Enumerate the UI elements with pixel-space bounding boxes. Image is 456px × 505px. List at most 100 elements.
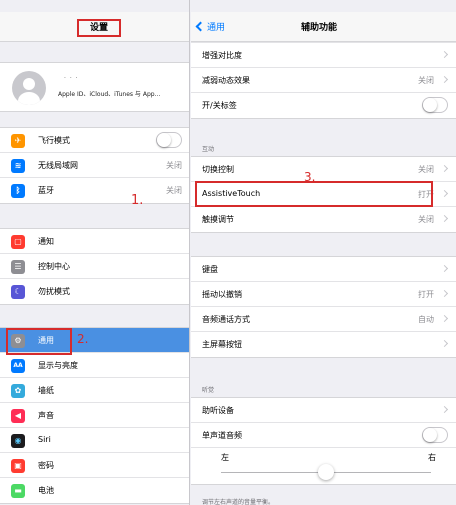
sidebar-item-label: Siri [38, 435, 51, 444]
hearing-group: 助听设备 单声道音频 左 右 [191, 397, 456, 485]
sidebar-item-wifi[interactable]: ≋ 无线局域网 关闭 [0, 153, 189, 178]
sidebar-item-label: 电池 [38, 486, 54, 495]
increase-contrast-row[interactable]: 增强对比度 [191, 43, 456, 68]
chevron-right-icon [440, 314, 449, 323]
reduce-motion-row[interactable]: 减弱动态效果 关闭 [191, 68, 456, 93]
chevron-right-icon [440, 289, 449, 298]
profile-name: · · · [64, 75, 79, 82]
row-label: 减弱动态效果 [202, 76, 250, 85]
chevron-right-icon [440, 405, 449, 414]
apple-id-profile-row[interactable]: · · · Apple ID、iCloud、iTunes 与 App... [0, 62, 189, 112]
section-header-interaction: 互动 [202, 146, 215, 153]
row-value: 打开 [418, 290, 434, 299]
chevron-right-icon [440, 189, 449, 198]
sidebar-item-label: 无线局域网 [38, 161, 78, 170]
home-button-row[interactable]: 主屏幕按钮 [191, 332, 456, 357]
annotation-step-1: 1. [131, 193, 144, 208]
row-value: 自动 [418, 315, 434, 324]
wifi-status: 关闭 [166, 161, 182, 170]
chevron-right-icon [440, 75, 449, 84]
keyboard-row[interactable]: 键盘 [191, 257, 456, 282]
annotation-step-3: 3. [304, 170, 316, 184]
row-label: 主屏幕按钮 [202, 340, 242, 349]
balance-slider-row: 左 右 [191, 448, 456, 484]
sidebar-item-label: 密码 [38, 461, 54, 470]
accessibility-pane: 通用 辅助功能 增强对比度 减弱动态效果 关闭 开/关标签 互动 切换控制 关闭… [191, 0, 456, 505]
chevron-left-icon [195, 21, 206, 32]
mono-audio-row: 单声道音频 [191, 423, 456, 448]
highlight-box-assistivetouch [195, 181, 433, 207]
battery-icon: ▬ [11, 484, 25, 498]
display-icon: AA [11, 359, 25, 373]
on-off-labels-row: 开/关标签 [191, 93, 456, 118]
do-not-disturb-icon: ☾ [11, 285, 25, 299]
back-button-label: 通用 [207, 23, 226, 33]
sidebar-item-label: 墙纸 [38, 386, 54, 395]
sidebar-item-do-not-disturb[interactable]: ☾ 勿扰模式 [0, 279, 189, 304]
sidebar-item-bluetooth[interactable]: ᛒ 蓝牙 关闭 [0, 178, 189, 203]
row-value: 关闭 [418, 215, 434, 224]
balance-left-label: 左 [221, 453, 229, 462]
sidebar-item-label: 蓝牙 [38, 186, 54, 195]
chevron-right-icon [440, 339, 449, 348]
chevron-right-icon [440, 264, 449, 273]
row-label: 切换控制 [202, 165, 234, 174]
row-label: 助听设备 [202, 406, 234, 415]
row-label: 单声道音频 [202, 431, 242, 440]
sidebar-item-passcode[interactable]: ▣ 密码 [0, 453, 189, 478]
sidebar-item-label: 飞行模式 [38, 136, 70, 145]
sidebar-item-display[interactable]: AA 显示与亮度 [0, 353, 189, 378]
sidebar-item-battery[interactable]: ▬ 电池 [0, 478, 189, 503]
siri-icon: ◉ [11, 434, 25, 448]
sidebar-item-general[interactable]: ⚙ 通用 2. [0, 328, 189, 355]
balance-footer-note: 调节左右声道的音量平衡。 [202, 499, 275, 505]
annotation-step-2: 2. [77, 332, 89, 346]
sidebar-item-sounds[interactable]: ◀ 声音 [0, 403, 189, 428]
row-label: 开/关标签 [202, 101, 237, 110]
bluetooth-icon: ᛒ [11, 184, 25, 198]
section-header-hearing: 听觉 [202, 387, 215, 394]
back-button[interactable]: 通用 [195, 20, 226, 33]
sidebar-title: 设置 [77, 19, 121, 37]
sidebar-header: 设置 [0, 12, 189, 42]
page-title: 辅助功能 [301, 23, 338, 33]
row-label: 音频通话方式 [202, 315, 250, 324]
wifi-icon: ≋ [11, 159, 25, 173]
connectivity-group: ✈ 飞行模式 ≋ 无线局域网 关闭 ᛒ 蓝牙 关闭 [0, 127, 189, 204]
row-label: 摇动以撤销 [202, 290, 242, 299]
row-value: 关闭 [418, 76, 434, 85]
balance-right-label: 右 [428, 453, 436, 462]
settings-sidebar: 设置 · · · Apple ID、iCloud、iTunes 与 App...… [0, 0, 190, 505]
chevron-right-icon [440, 50, 449, 59]
avatar [12, 71, 46, 105]
sidebar-item-wallpaper[interactable]: ✿ 墙纸 [0, 378, 189, 403]
call-audio-routing-row[interactable]: 音频通话方式 自动 [191, 307, 456, 332]
bluetooth-status: 关闭 [166, 186, 182, 195]
chevron-right-icon [440, 164, 449, 173]
sidebar-item-control-center[interactable]: ☰ 控制中心 [0, 254, 189, 279]
row-label: 增强对比度 [202, 51, 242, 60]
sidebar-item-label: 勿扰模式 [38, 287, 70, 296]
on-off-labels-toggle[interactable] [422, 97, 448, 113]
chevron-right-icon [440, 214, 449, 223]
sidebar-item-label: 显示与亮度 [38, 361, 78, 370]
detail-header: 通用 辅助功能 [191, 12, 456, 42]
row-label: 触摸调节 [202, 215, 234, 224]
notifications-group: ▢ 通知 ☰ 控制中心 ☾ 勿扰模式 [0, 228, 189, 305]
keyboard-group: 键盘 摇动以撤销 打开 音频通话方式 自动 主屏幕按钮 [191, 256, 456, 358]
sidebar-item-airplane-mode[interactable]: ✈ 飞行模式 [0, 128, 189, 153]
sidebar-item-notifications[interactable]: ▢ 通知 [0, 229, 189, 254]
airplane-icon: ✈ [11, 134, 25, 148]
touch-accommodations-row[interactable]: 触摸调节 关闭 [191, 207, 456, 232]
hearing-devices-row[interactable]: 助听设备 [191, 398, 456, 423]
sidebar-item-siri[interactable]: ◉ Siri [0, 428, 189, 453]
sidebar-item-label: 控制中心 [38, 262, 70, 271]
switch-control-row[interactable]: 切换控制 关闭 [191, 157, 456, 182]
highlight-box-general [6, 328, 72, 355]
control-center-icon: ☰ [11, 260, 25, 274]
balance-slider-thumb[interactable] [318, 464, 334, 480]
mono-audio-toggle[interactable] [422, 427, 448, 443]
airplane-mode-toggle[interactable] [156, 132, 182, 148]
row-label: 键盘 [202, 265, 218, 274]
shake-to-undo-row[interactable]: 摇动以撤销 打开 [191, 282, 456, 307]
